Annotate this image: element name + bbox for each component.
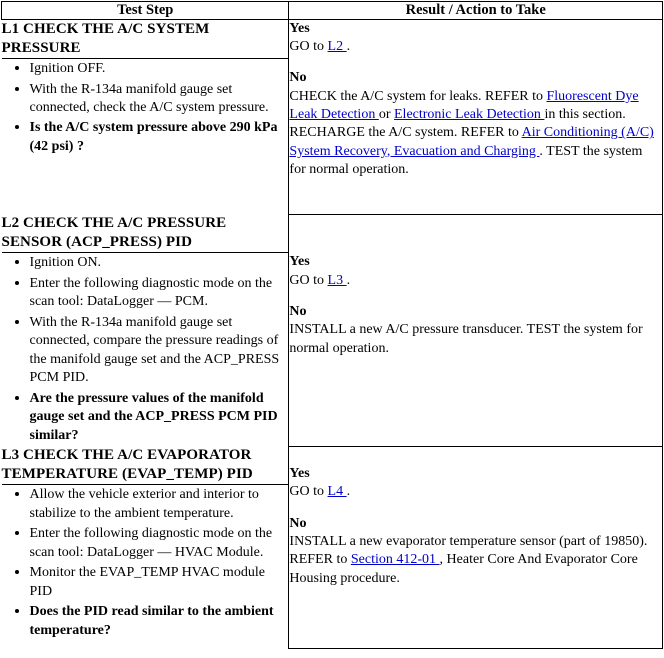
result-no-text-l1: CHECK the A/C system for leaks. REFER to… — [289, 88, 662, 180]
list-item: Ignition ON. — [30, 253, 289, 272]
list-item: With the R-134a manifold gauge set conne… — [30, 313, 289, 388]
step-title-row-l2: L2 CHECK THE A/C PRESSURE SENSOR (ACP_PR… — [1, 214, 289, 254]
doc-link[interactable]: L2 — [328, 39, 347, 54]
list-item: Monitor the EVAP_TEMP HVAC module PID — [30, 563, 289, 601]
result-no-label-l3: No — [289, 515, 307, 531]
step-title-l2: L2 CHECK THE A/C PRESSURE SENSOR (ACP_PR… — [1, 214, 289, 254]
doc-link[interactable]: Section 412-01 — [351, 552, 440, 567]
result-yes-label-l3: Yes — [289, 466, 310, 482]
doc-link[interactable]: Electronic Leak Detection — [394, 107, 544, 122]
column-header-test-step: Test Step — [0, 1, 290, 20]
step-row-l3: L3 CHECK THE A/C EVAPORATOR TEMPERATURE … — [1, 445, 663, 649]
step-cell-l1: L1 CHECK THE A/C SYSTEM PRESSURE Ignitio… — [1, 19, 289, 215]
list-item-question: Does the PID read similar to the ambient… — [30, 602, 289, 640]
result-content-l1: Yes GO to L2 . No CHECK the A/C system f… — [289, 20, 662, 180]
step-row-l1: L1 CHECK THE A/C SYSTEM PRESSURE Ignitio… — [1, 18, 663, 215]
result-text-run: or — [378, 106, 394, 122]
result-spacer — [289, 502, 662, 515]
result-no-text-l3: INSTALL a new evaporator temperature sen… — [289, 533, 662, 588]
step-body-l2: Ignition ON. Enter the following diagnos… — [2, 253, 289, 446]
list-item: With the R-134a manifold gauge set conne… — [30, 80, 289, 118]
result-text-run: GO to — [289, 484, 328, 500]
table-header-row: Test Step Result / Action to Take — [0, 1, 663, 20]
list-item-question: Are the pressure values of the manifold … — [30, 389, 289, 445]
result-cell-l2: Yes GO to L3 . No INSTALL a new A/C pres… — [288, 213, 663, 447]
result-content-l2: Yes GO to L3 . No INSTALL a new A/C pres… — [289, 215, 662, 397]
result-no-text-l2: INSTALL a new A/C pressure transducer. T… — [289, 321, 662, 358]
step-cell-l3: L3 CHECK THE A/C EVAPORATOR TEMPERATURE … — [1, 446, 289, 649]
result-text-run: CHECK the A/C system for leaks. REFER to — [289, 88, 547, 104]
result-yes-text-l1: GO to L2 . — [289, 38, 662, 56]
step-body-l1: Ignition OFF. With the R-134a manifold g… — [2, 59, 289, 215]
list-item: Enter the following diagnostic mode on t… — [30, 274, 289, 312]
result-yes-text-l3: GO to L4 . — [289, 483, 662, 501]
list-item-question: Is the A/C system pressure above 290 kPa… — [30, 118, 289, 156]
step-body-row-l2: Ignition ON. Enter the following diagnos… — [2, 253, 289, 446]
result-yes-label-l2: Yes — [289, 254, 310, 270]
result-text-run: . — [346, 39, 351, 54]
step-body-row-l1: Ignition OFF. With the R-134a manifold g… — [2, 59, 289, 215]
list-item: Allow the vehicle exterior and interior … — [30, 485, 289, 523]
result-yes-text-l2: GO to L3 . — [289, 272, 662, 290]
step-title-l1: L1 CHECK THE A/C SYSTEM PRESSURE — [1, 19, 289, 60]
result-no-label-l2: No — [289, 303, 307, 319]
result-text-run: GO to — [289, 39, 328, 54]
diagnostic-pinpoint-test-table: Test Step Result / Action to Take L1 CHE… — [0, 1, 663, 649]
result-cell-l3: Yes GO to L4 . No INSTALL a new evaporat… — [288, 445, 663, 649]
result-text-run: . — [346, 484, 351, 500]
step-body-row-l3: Allow the vehicle exterior and interior … — [2, 485, 289, 649]
list-item: Enter the following diagnostic mode on t… — [30, 524, 289, 562]
doc-link[interactable]: L4 — [328, 484, 347, 499]
table-body: Test Step Result / Action to Take L1 CHE… — [0, 1, 663, 649]
step-bullet-list-l3: Allow the vehicle exterior and interior … — [2, 485, 289, 640]
result-text-run: . — [346, 272, 351, 288]
list-item: Ignition OFF. — [30, 59, 289, 78]
step-title-l3: L3 CHECK THE A/C EVAPORATOR TEMPERATURE … — [1, 446, 289, 486]
step-body-l3: Allow the vehicle exterior and interior … — [2, 485, 289, 649]
step-bullet-list-l1: Ignition OFF. With the R-134a manifold g… — [2, 59, 289, 156]
step-title-row-l1: L1 CHECK THE A/C SYSTEM PRESSURE — [1, 19, 289, 60]
step-cell-l2: L2 CHECK THE A/C PRESSURE SENSOR (ACP_PR… — [1, 214, 289, 446]
result-text-run: INSTALL a new A/C pressure transducer. T… — [289, 322, 643, 356]
result-text-run: GO to — [289, 272, 328, 288]
result-no-label-l1: No — [289, 70, 307, 86]
result-content-l3: Yes GO to L4 . No INSTALL a new evaporat… — [289, 447, 662, 607]
step-row-l2: L2 CHECK THE A/C PRESSURE SENSOR (ACP_PR… — [1, 213, 663, 447]
doc-link[interactable]: L3 — [328, 273, 347, 288]
result-spacer — [289, 56, 662, 69]
result-spacer — [289, 290, 662, 303]
result-cell-l1: Yes GO to L2 . No CHECK the A/C system f… — [288, 18, 663, 215]
step-bullet-list-l2: Ignition ON. Enter the following diagnos… — [2, 253, 289, 445]
step-title-row-l3: L3 CHECK THE A/C EVAPORATOR TEMPERATURE … — [1, 446, 289, 486]
column-header-result-action: Result / Action to Take — [288, 1, 663, 20]
result-yes-label-l1: Yes — [289, 20, 310, 36]
